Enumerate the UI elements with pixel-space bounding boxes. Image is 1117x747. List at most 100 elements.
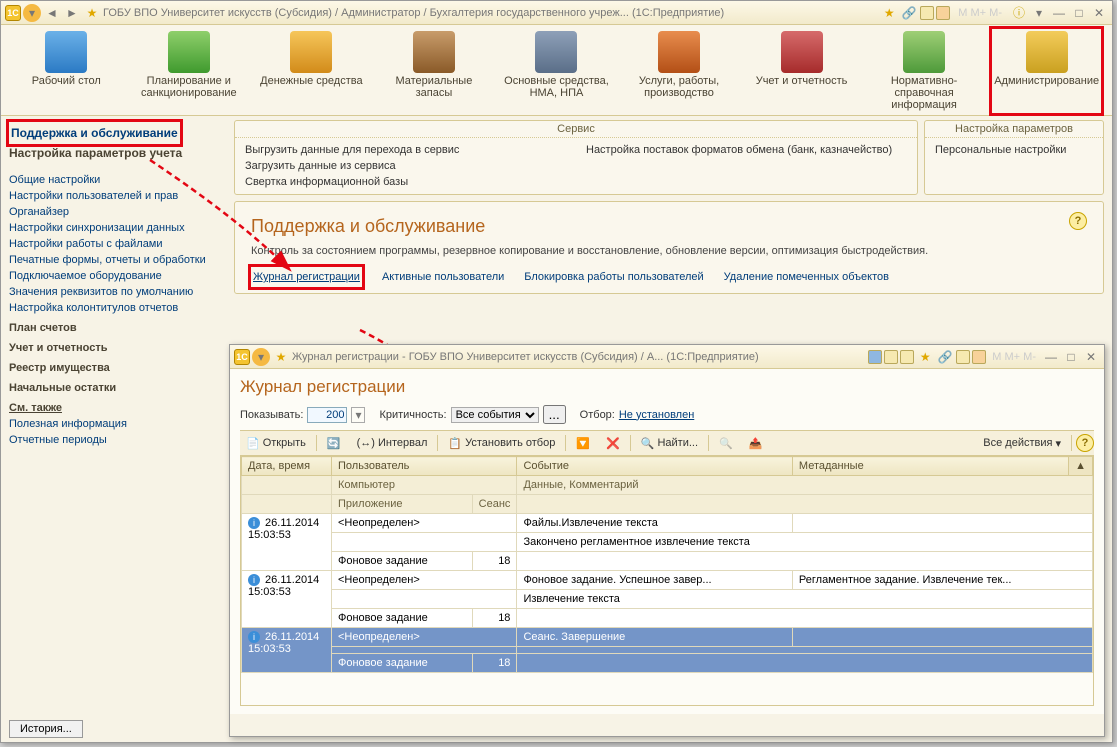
filter-row: Показывать: ▾ Критичность: Все события .… bbox=[240, 405, 1094, 424]
dropdown-icon[interactable]: ▾ bbox=[23, 4, 41, 22]
info-icon[interactable]: ⓘ bbox=[1010, 4, 1028, 22]
section-ico-desk[interactable]: Рабочий стол bbox=[14, 31, 119, 111]
sidebar-link[interactable]: Полезная информация bbox=[9, 416, 226, 432]
sidebar-link[interactable]: Настройки работы с файлами bbox=[9, 236, 226, 252]
table-row[interactable] bbox=[242, 647, 1093, 654]
info-icon: i bbox=[248, 631, 260, 643]
journal-table[interactable]: Дата, время Пользователь Событие Метадан… bbox=[241, 456, 1093, 673]
table-row[interactable]: Фоновое задание18 bbox=[242, 609, 1093, 628]
sidebar-link[interactable]: Подключаемое оборудование bbox=[9, 268, 226, 284]
history-button[interactable]: История... bbox=[9, 720, 83, 738]
nav-back-icon[interactable]: ◄ bbox=[43, 4, 61, 22]
section-ico-stock[interactable]: Материальные запасы bbox=[381, 31, 486, 111]
star-icon[interactable]: ★ bbox=[272, 348, 290, 366]
refresh-button[interactable]: 🔄 bbox=[321, 435, 347, 452]
export-button[interactable]: 📤 bbox=[743, 435, 769, 452]
link-icon[interactable]: 🔗 bbox=[900, 4, 918, 22]
favorites-icon[interactable]: ★ bbox=[880, 4, 898, 22]
print-icon[interactable] bbox=[884, 350, 898, 364]
col-datetime[interactable]: Дата, время bbox=[242, 457, 332, 476]
params-link[interactable]: Персональные настройки bbox=[935, 142, 1093, 158]
sidebar-params-link[interactable]: Настройка параметров учета bbox=[9, 144, 226, 162]
show-drop-icon[interactable]: ▾ bbox=[351, 407, 365, 423]
show-label: Показывать: bbox=[240, 409, 303, 421]
sidebar-section[interactable]: План счетов bbox=[9, 316, 226, 336]
sidebar-support-link[interactable]: Поддержка и обслуживание bbox=[9, 122, 180, 144]
save-icon[interactable] bbox=[868, 350, 882, 364]
find-button[interactable]: 🔍 Найти... bbox=[635, 435, 704, 452]
service-link[interactable]: Свертка информационной базы bbox=[245, 174, 566, 190]
section-ico-svc[interactable]: Услуги, работы, производство bbox=[627, 31, 732, 111]
sidebar-link[interactable]: Печатные формы, отчеты и обработки bbox=[9, 252, 226, 268]
panel-link[interactable]: Журнал регистрации bbox=[251, 267, 362, 287]
panel-link[interactable]: Удаление помеченных объектов bbox=[724, 271, 889, 283]
sidebar-link[interactable]: Общие настройки bbox=[9, 172, 226, 188]
calendar-icon[interactable] bbox=[936, 6, 950, 20]
service-link[interactable]: Загрузить данные из сервиса bbox=[245, 158, 566, 174]
help-drop-icon[interactable]: ▾ bbox=[1030, 4, 1048, 22]
open-button[interactable]: 📄 Открыть bbox=[240, 435, 312, 452]
dropdown-icon[interactable]: ▾ bbox=[252, 348, 270, 366]
table-row[interactable]: Закончено регламентное извлечение текста bbox=[242, 533, 1093, 552]
table-row[interactable]: i 26.11.2014 15:03:53<Неопределен>Файлы.… bbox=[242, 514, 1093, 533]
table-row[interactable]: Извлечение текста bbox=[242, 590, 1093, 609]
calc-icon[interactable] bbox=[920, 6, 934, 20]
set-filter-button[interactable]: 📋 Установить отбор bbox=[442, 435, 561, 452]
help-icon[interactable]: ? bbox=[1076, 434, 1094, 452]
col-user[interactable]: Пользователь bbox=[332, 457, 517, 476]
show-input[interactable] bbox=[307, 407, 347, 423]
maximize-icon[interactable]: □ bbox=[1062, 348, 1080, 366]
col-event[interactable]: Событие bbox=[517, 457, 792, 476]
close-icon[interactable]: ✕ bbox=[1082, 348, 1100, 366]
info-icon: i bbox=[248, 517, 260, 529]
sidebar-link[interactable]: Органайзер bbox=[9, 204, 226, 220]
help-icon[interactable]: ? bbox=[1069, 212, 1087, 230]
minimize-icon[interactable]: — bbox=[1042, 348, 1060, 366]
sidebar-section[interactable]: Учет и отчетность bbox=[9, 336, 226, 356]
nav-fwd-icon[interactable]: ► bbox=[63, 4, 81, 22]
section-ico-money[interactable]: Денежные средства bbox=[259, 31, 364, 111]
calendar-icon[interactable] bbox=[972, 350, 986, 364]
clear-find-button[interactable]: 🔍 bbox=[713, 435, 739, 452]
service-link[interactable]: Настройка поставок форматов обмена (банк… bbox=[586, 142, 907, 158]
sidebar-link[interactable]: Настройки пользователей и прав bbox=[9, 188, 226, 204]
panel-link[interactable]: Блокировка работы пользователей bbox=[524, 271, 703, 283]
col-meta[interactable]: Метаданные bbox=[792, 457, 1068, 476]
service-group: Сервис Выгрузить данные для перехода в с… bbox=[234, 120, 918, 195]
sidebar-link[interactable]: Настройки синхронизации данных bbox=[9, 220, 226, 236]
preview-icon[interactable] bbox=[900, 350, 914, 364]
interval-button[interactable]: (↔) Интервал bbox=[351, 435, 434, 451]
all-actions-button[interactable]: Все действия ▾ bbox=[977, 435, 1067, 452]
service-link[interactable]: Выгрузить данные для перехода в сервис bbox=[245, 142, 566, 158]
maximize-icon[interactable]: □ bbox=[1070, 4, 1088, 22]
close-icon[interactable]: ✕ bbox=[1090, 4, 1108, 22]
table-row[interactable]: i 26.11.2014 15:03:53<Неопределен>Сеанс.… bbox=[242, 628, 1093, 647]
section-ico-plan[interactable]: Планирование и санкционирование bbox=[136, 31, 241, 111]
col-up-icon[interactable]: ▲ bbox=[1069, 457, 1093, 476]
section-ico-acc[interactable]: Учет и отчетность bbox=[749, 31, 854, 111]
clear-filter-button[interactable]: ❌ bbox=[600, 435, 626, 452]
section-label: Услуги, работы, производство bbox=[627, 75, 732, 99]
table-row[interactable]: i 26.11.2014 15:03:53<Неопределен>Фоново… bbox=[242, 571, 1093, 590]
sidebar-link[interactable]: Значения реквизитов по умолчанию bbox=[9, 284, 226, 300]
crit-more-button[interactable]: ... bbox=[543, 405, 566, 424]
table-row[interactable]: Фоновое задание18 bbox=[242, 654, 1093, 673]
star-icon[interactable]: ★ bbox=[83, 4, 101, 22]
sidebar-link[interactable]: Отчетные периоды bbox=[9, 432, 226, 448]
section-ico-ref[interactable]: Нормативно-справочная информация bbox=[872, 31, 977, 111]
calc-icon[interactable] bbox=[956, 350, 970, 364]
sidebar-link[interactable]: Настройка колонтитулов отчетов bbox=[9, 300, 226, 316]
star2-icon[interactable]: ★ bbox=[916, 348, 934, 366]
filter-by-button[interactable]: 🔽 bbox=[570, 435, 596, 452]
table-row[interactable]: Фоновое задание18 bbox=[242, 552, 1093, 571]
crit-select[interactable]: Все события bbox=[451, 407, 539, 423]
panel-link[interactable]: Активные пользователи bbox=[382, 271, 504, 283]
filter-link[interactable]: Не установлен bbox=[619, 409, 694, 421]
section-ico-assets[interactable]: Основные средства, НМА, НПА bbox=[504, 31, 609, 111]
sidebar-section[interactable]: Начальные остатки bbox=[9, 376, 226, 396]
link-icon[interactable]: 🔗 bbox=[936, 348, 954, 366]
minimize-icon[interactable]: — bbox=[1050, 4, 1068, 22]
section-ico-admin[interactable]: Администрирование bbox=[994, 31, 1099, 111]
sidebar-section[interactable]: Реестр имущества bbox=[9, 356, 226, 376]
col-computer: Компьютер bbox=[332, 476, 517, 495]
